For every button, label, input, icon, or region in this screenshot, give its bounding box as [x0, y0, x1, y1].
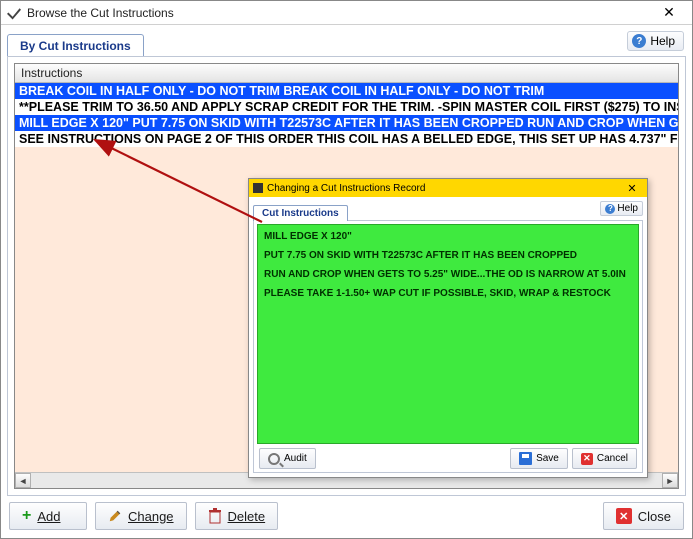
help-icon: ? [632, 34, 646, 48]
window-title: Browse the Cut Instructions [27, 6, 652, 20]
pencil-icon [108, 509, 122, 523]
table-row[interactable]: MILL EDGE X 120" PUT 7.75 ON SKID WITH T… [15, 115, 678, 131]
dialog-tab-cut-instructions[interactable]: Cut Instructions [253, 205, 348, 221]
audit-label: Audit [284, 453, 307, 464]
add-button[interactable]: + Add [9, 502, 87, 530]
help-icon: ? [605, 204, 615, 214]
delete-button[interactable]: Delete [195, 502, 279, 530]
dialog-icon [253, 183, 263, 193]
close-label: Close [638, 509, 671, 524]
cancel-label: Cancel [597, 453, 628, 464]
titlebar: Browse the Cut Instructions ✕ [1, 1, 692, 25]
change-label: Change [128, 509, 174, 524]
scroll-right-button[interactable]: ► [662, 473, 678, 488]
editor-line: MILL EDGE X 120" [264, 231, 632, 242]
window-close-button[interactable]: ✕ [652, 4, 686, 21]
dialog-help-label: Help [617, 203, 638, 214]
trash-icon [208, 508, 222, 524]
dialog-client: Cut Instructions ? Help MILL EDGE X 120"… [249, 197, 647, 477]
save-button[interactable]: Save [510, 448, 568, 469]
cancel-icon: ✕ [581, 453, 593, 465]
plus-icon: + [22, 510, 31, 522]
help-label: Help [650, 34, 675, 48]
delete-label: Delete [228, 509, 266, 524]
column-header-instructions[interactable]: Instructions [15, 64, 678, 83]
magnifier-icon [268, 453, 280, 465]
app-icon [7, 6, 21, 20]
editor-line: PUT 7.75 ON SKID WITH T22573C AFTER IT H… [264, 250, 632, 261]
close-button[interactable]: ✕ Close [603, 502, 684, 530]
audit-button[interactable]: Audit [259, 448, 316, 469]
tab-by-cut-instructions[interactable]: By Cut Instructions [7, 34, 144, 57]
dialog-tab-row: Cut Instructions ? Help [253, 201, 643, 221]
dialog-panel: MILL EDGE X 120" PUT 7.75 ON SKID WITH T… [253, 220, 643, 473]
button-bar: + Add Change Delete ✕ Close [7, 496, 686, 532]
change-button[interactable]: Change [95, 502, 187, 530]
editor-line: RUN AND CROP WHEN GETS TO 5.25" WIDE...T… [264, 269, 632, 280]
editor-line: PLEASE TAKE 1-1.50+ WAP CUT IF POSSIBLE,… [264, 288, 632, 299]
dialog-close-button[interactable]: ✕ [621, 182, 643, 195]
add-label: Add [37, 509, 60, 524]
tab-strip [144, 31, 686, 57]
tab-row: By Cut Instructions ? Help [7, 31, 686, 57]
table-row[interactable]: SEE INSTRUCTIONS ON PAGE 2 OF THIS ORDER… [15, 131, 678, 147]
table-row[interactable]: **PLEASE TRIM TO 36.50 AND APPLY SCRAP C… [15, 99, 678, 115]
save-label: Save [536, 453, 559, 464]
dialog-help-button[interactable]: ? Help [600, 201, 643, 216]
dialog-button-bar: Audit Save ✕ Cancel [257, 444, 639, 469]
dialog-title: Changing a Cut Instructions Record [267, 183, 425, 194]
instructions-editor[interactable]: MILL EDGE X 120" PUT 7.75 ON SKID WITH T… [257, 224, 639, 444]
edit-dialog: Changing a Cut Instructions Record ✕ Cut… [248, 178, 648, 478]
cancel-button[interactable]: ✕ Cancel [572, 448, 637, 469]
help-button[interactable]: ? Help [627, 31, 684, 51]
save-icon [519, 452, 532, 465]
table-row[interactable]: BREAK COIL IN HALF ONLY - DO NOT TRIM BR… [15, 83, 678, 99]
dialog-titlebar: Changing a Cut Instructions Record ✕ [249, 179, 647, 197]
close-icon: ✕ [616, 508, 632, 524]
scroll-left-button[interactable]: ◄ [15, 473, 31, 488]
